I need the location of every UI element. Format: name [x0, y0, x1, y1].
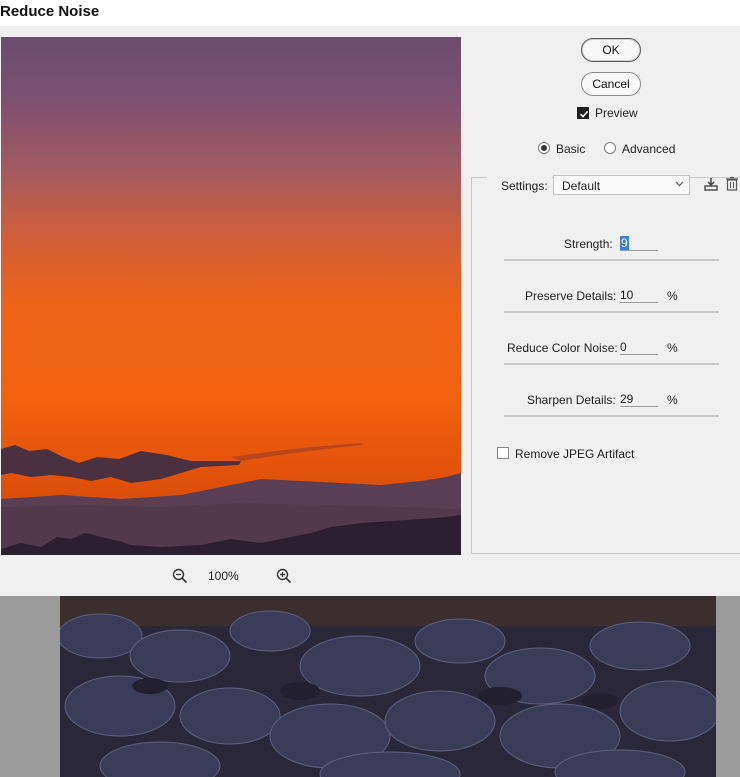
preserve-details-unit: %	[667, 289, 678, 303]
sharpen-details-slider-track[interactable]	[504, 415, 719, 417]
settings-label: Settings:	[487, 171, 552, 199]
ok-button[interactable]: OK	[581, 38, 641, 62]
dialog-title: Reduce Noise	[0, 3, 100, 20]
basic-label: Basic	[556, 142, 586, 156]
settings-value: Default	[562, 179, 601, 193]
zoom-bar: 100%	[0, 562, 462, 590]
zoom-out-icon[interactable]	[172, 568, 188, 584]
checkmark-icon	[579, 110, 589, 118]
strength-input[interactable]: 9	[620, 236, 658, 251]
strength-value: 9	[620, 236, 629, 250]
preview-image[interactable]	[1, 37, 461, 555]
preview-label: Preview	[595, 106, 638, 120]
preview-checkbox[interactable]	[577, 107, 589, 119]
remove-jpeg-label: Remove JPEG Artifact	[515, 447, 635, 461]
zoom-level: 100%	[208, 569, 239, 583]
sharpen-details-input[interactable]: 29	[620, 392, 658, 407]
reduce-color-noise-input[interactable]: 0	[620, 340, 658, 355]
preserve-details-label: Preserve Details:	[525, 289, 617, 303]
advanced-radio[interactable]	[604, 142, 616, 154]
chevron-down-icon	[675, 179, 684, 190]
cancel-button[interactable]: Cancel	[581, 72, 641, 96]
reduce-color-noise-label: Reduce Color Noise:	[507, 341, 618, 355]
zoom-in-icon[interactable]	[276, 568, 292, 584]
sharpen-details-label: Sharpen Details:	[527, 393, 616, 407]
title-bar: Reduce Noise	[0, 0, 740, 26]
reduce-color-noise-slider-track[interactable]	[504, 363, 719, 365]
document-canvas-image	[60, 596, 716, 777]
sharpen-details-unit: %	[667, 393, 678, 407]
save-preset-icon[interactable]	[703, 176, 719, 195]
settings-dropdown[interactable]: Default	[553, 175, 690, 195]
reduce-noise-dialog: Reduce Noise 100% OK Cancel Preview Basi…	[0, 0, 740, 596]
delete-preset-icon[interactable]	[725, 176, 739, 195]
sunset-preview	[1, 37, 461, 555]
preserve-details-slider-track[interactable]	[504, 311, 719, 313]
preserve-details-input[interactable]: 10	[620, 288, 658, 303]
strength-label: Strength:	[564, 237, 613, 251]
strength-slider-track[interactable]	[504, 259, 719, 261]
reduce-color-noise-unit: %	[667, 341, 678, 355]
basic-radio[interactable]	[538, 142, 550, 154]
advanced-label: Advanced	[622, 142, 676, 156]
settings-panel	[471, 177, 740, 554]
remove-jpeg-checkbox[interactable]	[497, 447, 509, 459]
